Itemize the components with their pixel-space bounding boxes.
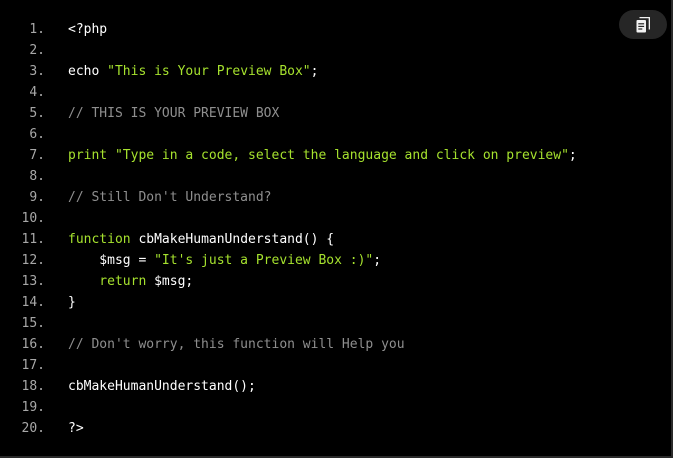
code-token-plain: $msg;: [146, 274, 194, 289]
code-preview-box: 1. <?php 2. 3. echo "This is Your Preview Bo…: [0, 0, 673, 458]
line-code: print "Type in a code, select the langua…: [68, 145, 577, 166]
code-line: 17.: [0, 355, 660, 376]
code-line: 4.: [0, 82, 660, 103]
code-token-plain: ?>: [68, 421, 84, 436]
line-code: function cbMakeHumanUnderstand() {: [68, 229, 334, 250]
code-line: 1. <?php: [0, 19, 660, 40]
code-line: 6.: [0, 124, 660, 145]
code-token-comment: // Don't worry, this function will Help …: [68, 337, 405, 352]
code-line: 20. ?>: [0, 418, 660, 439]
code-line: 18. cbMakeHumanUnderstand();: [0, 376, 660, 397]
line-code: return $msg;: [68, 271, 193, 292]
line-code: $msg = "It's just a Preview Box :)";: [68, 250, 381, 271]
code-token-string: return: [68, 274, 147, 289]
line-number: 17.: [21, 358, 45, 373]
line-code: cbMakeHumanUnderstand();: [68, 376, 256, 397]
line-number: 2.: [29, 43, 45, 58]
code-token-string: "It's just a Preview Box :)": [154, 253, 374, 268]
line-number: 15.: [21, 316, 45, 331]
code-token-plain: cbMakeHumanUnderstand();: [68, 379, 256, 394]
line-code: // THIS IS YOUR PREVIEW BOX: [68, 103, 279, 124]
line-code: ?>: [68, 418, 84, 439]
line-number: 1.: [29, 22, 45, 37]
line-code: // Still Don't Understand?: [68, 187, 272, 208]
code-line: 5. // THIS IS YOUR PREVIEW BOX: [0, 103, 660, 124]
code-line: 12. $msg = "It's just a Preview Box :)";: [0, 250, 660, 271]
code-token-plain: ;: [310, 64, 319, 79]
line-number: 5.: [29, 106, 45, 121]
code-line: 14.}: [0, 292, 660, 313]
code-line: 16. // Don't worry, this function will He…: [0, 334, 660, 355]
code-token-plain: echo: [68, 64, 108, 79]
line-code: // Don't worry, this function will Help …: [68, 334, 405, 355]
line-number: 8.: [29, 169, 45, 184]
code-line: 8.: [0, 166, 660, 187]
line-number: 3.: [29, 64, 45, 79]
code-token-plain: $msg =: [68, 253, 155, 268]
line-number: 11.: [21, 232, 45, 247]
code-line: 9. // Still Don't Understand?: [0, 187, 660, 208]
line-number: 19.: [21, 400, 45, 415]
line-number: 6.: [29, 127, 45, 142]
code-line: 11. function cbMakeHumanUnderstand() {: [0, 229, 660, 250]
line-number: 13.: [21, 274, 45, 289]
code-token-plain: ;: [373, 253, 382, 268]
line-number: 10.: [21, 211, 45, 226]
code-lines: 1. <?php 2. 3. echo "This is Your Preview Bo…: [0, 19, 660, 439]
line-number: 20.: [21, 421, 45, 436]
line-number: 16.: [21, 337, 45, 352]
code-token-plain: <?php: [68, 22, 108, 37]
code-token-plain: ;: [568, 148, 577, 163]
code-line: 19.: [0, 397, 660, 418]
code-token-string: print "Type in a code, select the langua…: [68, 148, 569, 163]
code-line: 15.: [0, 313, 660, 334]
line-number: 7.: [29, 148, 45, 163]
line-code: }: [68, 292, 76, 313]
code-line: 2.: [0, 40, 660, 61]
code-line: 7. print "Type in a code, select the lang…: [0, 145, 660, 166]
line-code: <?php: [68, 19, 107, 40]
code-line: 13. return $msg;: [0, 271, 660, 292]
line-number: 9.: [29, 190, 45, 205]
line-number: 12.: [21, 253, 45, 268]
code-token-comment: // THIS IS YOUR PREVIEW BOX: [68, 106, 280, 121]
code-token-string: function: [68, 232, 131, 247]
code-token-string: "This is Your Preview Box": [107, 64, 311, 79]
code-token-plain: }: [68, 295, 76, 310]
code-token-comment: // Still Don't Understand?: [68, 190, 272, 205]
line-number: 14.: [21, 295, 45, 310]
code-line: 3. echo "This is Your Preview Box";: [0, 61, 660, 82]
line-number: 18.: [21, 379, 45, 394]
code-token-plain: cbMakeHumanUnderstand() {: [130, 232, 335, 247]
line-number: 4.: [29, 85, 45, 100]
line-code: echo "This is Your Preview Box";: [68, 61, 318, 82]
code-line: 10.: [0, 208, 660, 229]
